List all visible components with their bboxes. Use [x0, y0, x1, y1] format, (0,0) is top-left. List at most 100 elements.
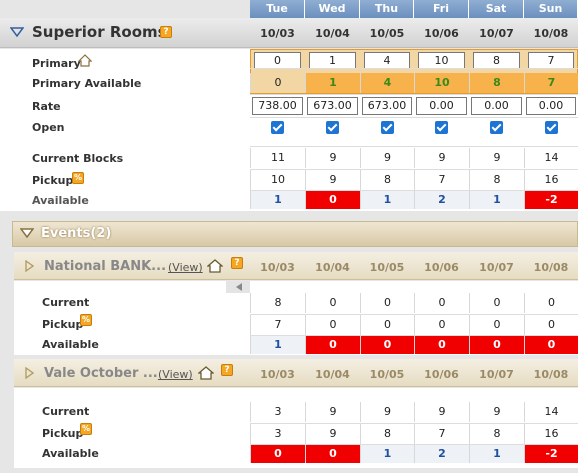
- event-date-cell: 10/05: [369, 368, 405, 381]
- day-header-cell: Wed: [305, 0, 360, 18]
- day-header-cell: Tue: [250, 0, 305, 18]
- grid-line: [250, 335, 578, 336]
- current-blocks-cell: 9: [305, 148, 360, 168]
- day-header-cell: Fri: [414, 0, 469, 18]
- event-date-cell: 10/04: [315, 261, 350, 274]
- current-cell: 14: [524, 402, 578, 422]
- house-icon: [77, 54, 93, 70]
- view-link[interactable]: (View): [158, 368, 193, 381]
- pickup-cell: 8: [360, 170, 414, 190]
- primary-input[interactable]: 1: [309, 52, 356, 69]
- primary-available-label: Primary Available: [32, 77, 142, 90]
- available-cell: 0: [360, 336, 414, 354]
- collapse-triangle-icon[interactable]: [19, 227, 35, 242]
- grid-line: [250, 146, 578, 147]
- available-cell: 1: [250, 191, 305, 209]
- scroll-left-arrow[interactable]: [226, 281, 250, 293]
- grid-line: [250, 190, 578, 191]
- open-checkbox[interactable]: [545, 121, 558, 134]
- current-blocks-cell: 11: [250, 148, 305, 168]
- help-icon[interactable]: ?: [231, 257, 243, 269]
- pickup-cell: 7: [250, 315, 305, 335]
- date-header-cell: 10/05: [369, 27, 405, 40]
- primary-input[interactable]: 10: [418, 52, 465, 69]
- pickup-cell: 7: [414, 424, 469, 444]
- view-link[interactable]: (View): [168, 261, 203, 274]
- date-header-cell: 10/08: [533, 27, 569, 40]
- rate-input[interactable]: 738.00: [252, 97, 303, 115]
- rate-input[interactable]: 0.00: [471, 97, 522, 115]
- current-cell: 9: [414, 402, 469, 422]
- open-label: Open: [32, 121, 65, 134]
- available-cell: 0: [305, 191, 360, 209]
- event-date-cell: 10/08: [533, 261, 569, 274]
- available-cell: 1: [360, 191, 414, 209]
- grid-line: [250, 444, 578, 445]
- current-cell: 0: [524, 293, 578, 313]
- pickup-cell: 16: [524, 424, 578, 444]
- event-date-cell: 10/08: [533, 368, 569, 381]
- available-cell: 1: [250, 336, 305, 354]
- help-icon[interactable]: ?: [221, 364, 233, 376]
- rate-input[interactable]: 0.00: [416, 97, 467, 115]
- event-date-cell: 10/07: [479, 261, 514, 274]
- current-cell: 8: [250, 293, 305, 313]
- event-date-cell: 10/06: [424, 261, 459, 274]
- open-checkbox[interactable]: [381, 121, 394, 134]
- grid-line: [250, 314, 578, 315]
- available-cell: 0: [414, 336, 469, 354]
- primary-input[interactable]: 7: [528, 52, 574, 69]
- grid-line: [250, 68, 578, 69]
- available-cell: -2: [524, 191, 578, 209]
- pickup-cell: 8: [360, 424, 414, 444]
- pickup-cell: 0: [360, 315, 414, 335]
- expand-triangle-icon[interactable]: [24, 259, 35, 275]
- pickup-cell: 0: [469, 315, 524, 335]
- rate-input[interactable]: 0.00: [526, 97, 576, 115]
- rate-input[interactable]: 673.00: [307, 97, 358, 115]
- pickup-percent-icon[interactable]: %: [72, 172, 84, 184]
- available-cell: 0: [524, 336, 578, 354]
- house-icon: [197, 366, 215, 383]
- available-label: Available: [42, 447, 99, 460]
- current-cell: 3: [250, 402, 305, 422]
- current-label: Current: [42, 405, 90, 418]
- open-checkbox[interactable]: [490, 121, 503, 134]
- current-cell: 9: [305, 402, 360, 422]
- pickup-percent-icon[interactable]: %: [80, 314, 92, 326]
- available-cell: 2: [414, 445, 469, 463]
- event-name: Vale October ...: [44, 366, 158, 381]
- primary-input[interactable]: 8: [473, 52, 520, 69]
- pickup-percent-icon[interactable]: %: [80, 423, 92, 435]
- primary-available-cell: 7: [524, 73, 578, 93]
- pickup-cell: 0: [414, 315, 469, 335]
- current-blocks-cell: 9: [414, 148, 469, 168]
- day-header-cell: Sat: [469, 0, 524, 18]
- current-blocks-label: Current Blocks: [32, 152, 124, 165]
- pickup-cell: 7: [414, 170, 469, 190]
- primary-input[interactable]: 0: [254, 52, 301, 69]
- event-date-cell: 10/06: [424, 368, 459, 381]
- pickup-cell: 10: [250, 170, 305, 190]
- primary-input[interactable]: 4: [364, 52, 410, 69]
- date-header-cell: 10/03: [260, 27, 295, 40]
- current-cell: 0: [414, 293, 469, 313]
- rate-input[interactable]: 673.00: [362, 97, 412, 115]
- grid-line: [250, 423, 578, 424]
- current-blocks-cell: 9: [469, 148, 524, 168]
- expand-triangle-icon[interactable]: [24, 366, 35, 382]
- available-cell: 1: [469, 191, 524, 209]
- open-checkbox[interactable]: [271, 121, 284, 134]
- available-cell: 0: [305, 445, 360, 463]
- collapse-triangle-icon[interactable]: [9, 26, 25, 41]
- grid-line: [250, 117, 578, 118]
- event-date-cell: 10/03: [260, 368, 295, 381]
- open-checkbox[interactable]: [435, 121, 448, 134]
- pickup-cell: 0: [524, 315, 578, 335]
- date-header-cell: 10/07: [479, 27, 514, 40]
- open-checkbox[interactable]: [326, 121, 339, 134]
- grid-line: [250, 169, 578, 170]
- pickup-label: Pickup: [32, 174, 74, 187]
- help-icon[interactable]: ?: [160, 26, 172, 38]
- room-type-title: Superior Rooms: [32, 23, 167, 41]
